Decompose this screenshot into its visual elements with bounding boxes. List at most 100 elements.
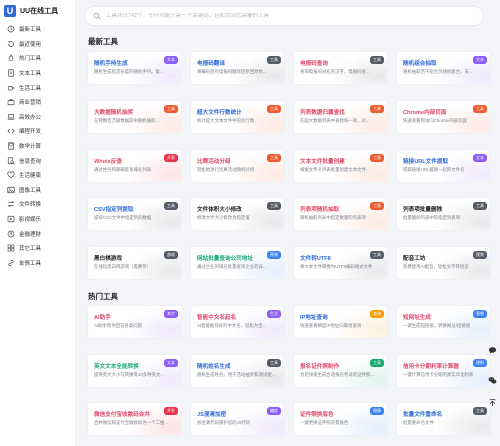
tool-card-title: 信用卡分期利率计算器 [403, 363, 459, 370]
sidebar-item[interactable]: 友情工具 [0, 256, 75, 271]
tool-card-desc: 提取链接URL截图一起的文件名 [403, 166, 465, 172]
sidebar-item[interactable]: 影视娱乐 [0, 212, 75, 227]
tool-card-title: Chrome内部页面 [403, 109, 447, 116]
tool-card[interactable]: AI助手 AI助手帮你回答各类问题 其它 [87, 305, 182, 339]
sidebar-item-label: 生活工具 [19, 85, 42, 92]
tool-card-desc: 轻松地进行比赛活动随机分组 [197, 166, 255, 172]
sidebar-item[interactable]: 其它工具 [0, 241, 75, 256]
tool-card[interactable]: 批量文件重命名 批量重命名文件 工具 [396, 402, 491, 436]
tool-card[interactable]: 列表项随机抽取 随机抽取列表中指定数量的列表项 工具 [293, 197, 388, 232]
tool-card-title: 文本文件批量创建 [300, 158, 345, 165]
briefcase-icon [6, 98, 15, 107]
tool-card[interactable]: 黑白棋游戏 在线玩黑白棋游戏（奥赛罗） 游戏 [87, 246, 182, 281]
tool-card[interactable]: 超大文件行数统计 统计超大文本文件中的总行数 工具 [190, 99, 285, 134]
tool-card-title: 列表项随机抽取 [300, 207, 340, 214]
tool-card[interactable]: 智能中文名起名 AI智能推荐好的中文名，轻松为宝... 生活 [190, 305, 285, 339]
search-input[interactable] [106, 13, 466, 19]
tool-card-desc: 批量重命名文件 [403, 420, 434, 425]
tool-card[interactable]: CSV指定列提取 提取CSV文件中指定列的数据 工具 [87, 197, 182, 232]
tool-card[interactable]: 电报码查询 查询电报码对应的汉字，电报码查... 工具 [293, 51, 388, 85]
tool-card[interactable]: 网站批量查询公司地址 通过企业的域名批量查询企业的详... 营销 [190, 246, 285, 281]
tool-card[interactable]: Chrome内部页面 快速查看和访问Chrome内部页面 工具 [396, 99, 491, 134]
tool-card[interactable]: 链接URL文件提取 提取链接URL截图一起的文件名 文本 [396, 148, 491, 183]
search-bar [84, 6, 484, 26]
tool-card[interactable]: IP地址查询 快速查看精度IP地址归属地查询 查询 [293, 305, 388, 339]
tool-card[interactable]: 报名证件照制作 为您快速生成合适报名考试的证件照... 工具 [293, 353, 388, 388]
sidebar-item[interactable]: 商业营销 [0, 95, 75, 110]
tool-card-desc: 在超大数据列表中查找每一项，对... [300, 117, 370, 123]
tool-card[interactable]: 列表数据归属查找 在超大数据列表中查找每一项，对... 工具 [293, 99, 388, 134]
category-badge: 工具 [267, 153, 281, 162]
tool-card[interactable]: 比赛活动分组 轻松地进行比赛活动随机分组 工具 [190, 148, 285, 183]
tool-card[interactable]: 文本文件批量创建 根据文件名列表批量创建文本文件 工具 [293, 148, 388, 183]
wechat-float-button[interactable] [487, 376, 497, 386]
sidebar-item[interactable]: 热门工具 [0, 51, 75, 66]
brand[interactable]: U UU在线工具 [0, 0, 75, 22]
tool-card[interactable]: 微信支付宝收款码合并 合并微信和支付宝收款码为一个二维... 开发 [87, 402, 182, 436]
tool-card[interactable]: 短网址生成 一键生成短链接，转换网址/短链接 营销 [396, 305, 491, 339]
sidebar-item[interactable]: 信息查询 [0, 153, 75, 168]
sidebar-item[interactable]: 文件转换 [0, 197, 75, 212]
tool-card-title: 电报码查询 [300, 61, 328, 67]
tool-card-desc: 在线玩黑白棋游戏（奥赛罗） [94, 264, 152, 270]
tool-card-title: 列表数据归属查找 [300, 109, 345, 116]
clock-icon [6, 25, 15, 34]
sidebar-item-label: 友情工具 [19, 260, 42, 267]
tool-card[interactable]: 随机手持生成 随机生成指定长度的随机手持。复... 文本 [87, 51, 182, 85]
tool-card-title: 大数据随机抽奖 [94, 109, 134, 116]
tool-card[interactable]: 列表项批量删除 批量删除列表中的指定列表项 工具 [396, 197, 491, 232]
tool-card[interactable]: 文件体积大小修改 修改文件大小修改为指定值 工具 [190, 197, 285, 232]
category-badge: 生活 [267, 310, 281, 318]
logo: U [4, 5, 16, 17]
tool-card[interactable]: 证件照换底色 一键更换证件照背景底色 图像 [293, 402, 388, 436]
tool-card-title: 列表项批量删除 [403, 207, 443, 214]
sidebar-nav: 最新工具 最近使用热门工具文本工具生活工具商业营销 高效办公 编程开发 数学计算 信息查询… [0, 22, 75, 270]
tool-card[interactable]: 文件转UTF8 将文本文件转换为UTF8编码格式文件 工具 [293, 246, 388, 281]
tool-card-desc: 通过企业的域名批量查询企业的详... [197, 264, 267, 270]
sidebar-item[interactable]: 图像工具 [0, 183, 75, 198]
tool-card[interactable]: 配音工坊 免费使用AI配音，轻松文字转语音 视频 [396, 246, 491, 281]
sidebar-item[interactable]: ¥ 金融理财 [0, 226, 75, 241]
tool-card[interactable]: 随机姓名生成 随机生成姓名。用于活动抽奖和测试使... 工具 [190, 353, 285, 388]
tool-card-title: 随机手持生成 [94, 61, 128, 67]
tool-card[interactable]: 英文文本全能转换 提供英文大小写转换等10多种英文... 文本 [87, 353, 182, 388]
sidebar-item[interactable]: 高效办公 [0, 110, 75, 125]
tool-card-title: CSV指定列提取 [94, 207, 134, 214]
back-to-top-button[interactable] [487, 398, 497, 408]
section-title-hot: 热门工具 [88, 292, 118, 301]
sidebar-item[interactable]: 最新工具 [0, 22, 75, 37]
tool-card-desc: 加密源代码保护您的JS代码 [197, 420, 251, 425]
history-icon [6, 39, 15, 48]
tool-card[interactable]: 电报码翻译 将编码后的电报码翻译还原回原始... 工具 [190, 51, 285, 85]
tool-card[interactable]: 信用卡分期利率计算器 一键计算信用卡分期的真实年化利率 理财 [396, 353, 491, 388]
tool-card-desc: AI智能推荐好的中文名，轻松为宝... [197, 323, 267, 328]
tool-card-desc: 统计超大文本文件中的总行数 [197, 117, 255, 123]
category-badge: 文本 [473, 56, 487, 64]
tool-card[interactable]: JS混淆加密 加密源代码保护您的JS代码 编程 [190, 402, 285, 436]
sidebar-item-label: 热门工具 [19, 56, 42, 63]
sidebar-item[interactable]: 数学计算 [0, 139, 75, 154]
category-badge: 工具 [473, 202, 487, 211]
code-icon [6, 127, 15, 136]
sidebar-item[interactable]: 编程开发 [0, 124, 75, 139]
tool-card-desc: 提供英文大小写转换等10多种英文... [94, 371, 165, 377]
chat-float-button[interactable] [487, 346, 497, 356]
image-icon [6, 185, 15, 194]
tool-card-desc: 修改文件大小修改为指定值 [197, 215, 250, 221]
sidebar-item-label: 文件转换 [19, 202, 42, 209]
sidebar-item[interactable]: 生活健康 [0, 168, 75, 183]
wechat-icon [488, 372, 497, 390]
category-badge: 游戏 [164, 251, 178, 260]
category-badge: 工具 [370, 56, 384, 64]
tool-card-title: 黑白棋游戏 [94, 256, 122, 263]
tool-card-desc: 将文本文件转换为UTF8编码格式文件 [300, 264, 373, 270]
tool-card[interactable]: 大数据随机抽奖 在特数百万级数据库中随机抽取... 工具 [87, 99, 182, 134]
category-badge: 工具 [164, 104, 178, 113]
sidebar-item-label: 生活健康 [19, 173, 42, 180]
tool-card[interactable]: Whois反查 通过姓名和邮箱反查域名列表 开发 [87, 148, 182, 183]
sidebar-item[interactable]: 文本工具 [0, 66, 75, 81]
sidebar-item[interactable]: 生活工具 [0, 80, 75, 95]
category-badge: 图像 [370, 407, 384, 415]
tool-card[interactable]: 随机组合抽取 随机抽取若干组合为随机组合，支... 文本 [396, 51, 491, 85]
sidebar-item[interactable]: 最近使用 [0, 37, 75, 52]
